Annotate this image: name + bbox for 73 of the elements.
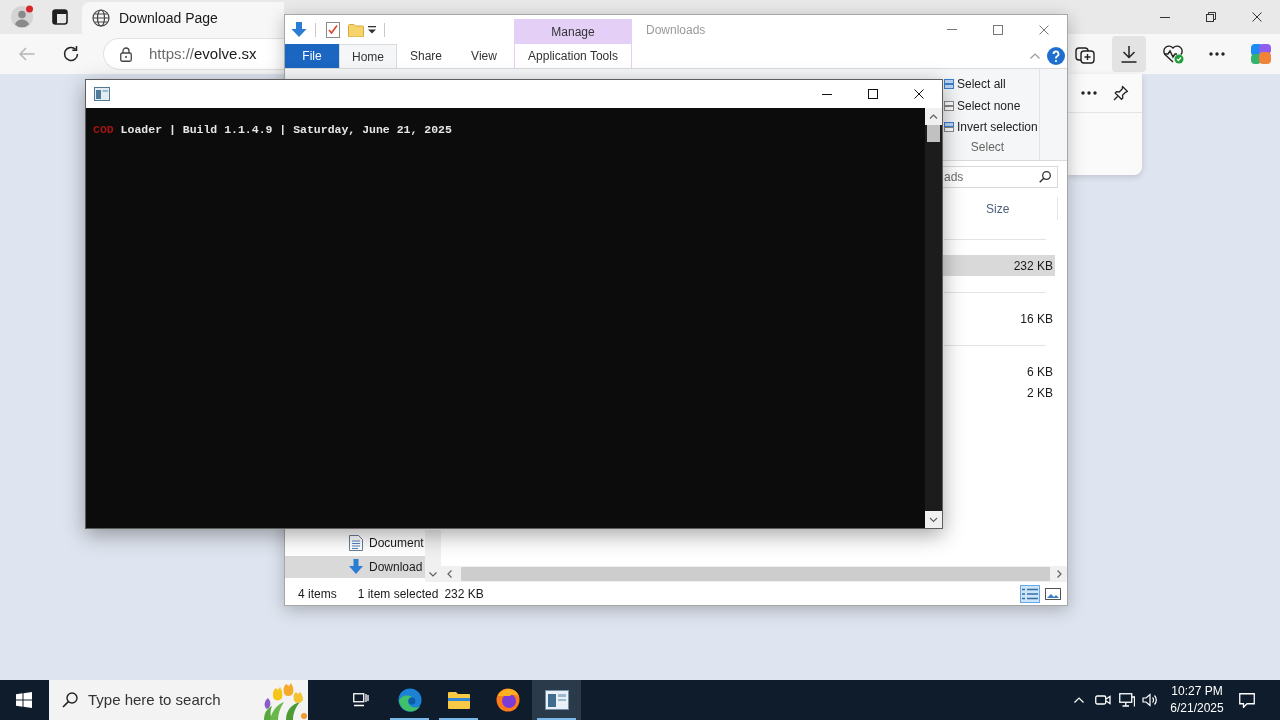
app-window-icon bbox=[94, 87, 110, 101]
select-all-button[interactable]: Select all bbox=[944, 73, 1006, 95]
square-frame-icon[interactable] bbox=[52, 9, 68, 25]
folder-icon[interactable] bbox=[446, 690, 471, 710]
scroll-down-icon[interactable] bbox=[429, 571, 437, 577]
download-arrow-icon bbox=[348, 559, 364, 575]
windows-logo-icon[interactable] bbox=[16, 692, 32, 708]
scroll-left-icon[interactable] bbox=[446, 570, 452, 578]
nav-item[interactable]: Download bbox=[285, 556, 425, 578]
close-icon[interactable] bbox=[914, 89, 924, 99]
notification-icon[interactable] bbox=[1239, 692, 1255, 708]
task-view-icon[interactable] bbox=[352, 693, 369, 707]
search-icon[interactable] bbox=[1039, 170, 1051, 183]
scrollbar-thumb[interactable] bbox=[461, 567, 1050, 581]
swirl-logo-icon[interactable] bbox=[397, 688, 422, 712]
search-field[interactable]: Type here to search bbox=[49, 680, 308, 720]
heart-pulse-icon[interactable] bbox=[1162, 44, 1184, 64]
document-icon bbox=[349, 535, 363, 551]
lock-icon bbox=[120, 46, 132, 62]
context-tab-header: Manage bbox=[514, 19, 632, 44]
horizontal-scrollbar[interactable] bbox=[441, 566, 1067, 582]
file-tab[interactable]: File bbox=[285, 44, 339, 68]
app-window-icon[interactable] bbox=[544, 690, 569, 710]
maximize-icon[interactable] bbox=[868, 89, 878, 99]
restore-icon[interactable] bbox=[1206, 12, 1216, 22]
downloads-button[interactable] bbox=[1112, 36, 1146, 72]
globe-icon bbox=[92, 9, 110, 27]
file-row[interactable]: 232 KB bbox=[943, 255, 1055, 276]
scroll-right-icon[interactable] bbox=[1056, 570, 1062, 578]
network-icon[interactable] bbox=[1118, 693, 1135, 707]
checkmark-page-icon[interactable] bbox=[326, 21, 340, 38]
invert-selection-button[interactable]: Invert selection bbox=[944, 116, 1038, 138]
volume-icon[interactable] bbox=[1142, 693, 1158, 707]
more-icon[interactable] bbox=[1209, 52, 1225, 56]
browser-tab[interactable]: Download Page bbox=[82, 2, 284, 34]
ribbon-tab[interactable]: Home bbox=[339, 44, 397, 68]
window-title: Downloads bbox=[646, 21, 706, 39]
download-icon[interactable] bbox=[1120, 45, 1138, 63]
pin-icon[interactable] bbox=[1113, 85, 1129, 101]
tiles-logo-icon[interactable] bbox=[1250, 43, 1272, 65]
refresh-icon[interactable] bbox=[62, 45, 80, 63]
camera-icon[interactable] bbox=[1095, 693, 1111, 707]
nav-item[interactable]: Document bbox=[285, 532, 425, 554]
vertical-scrollbar[interactable] bbox=[425, 530, 441, 582]
help-icon[interactable] bbox=[1047, 47, 1065, 65]
minimize-icon[interactable] bbox=[822, 93, 832, 95]
vertical-scrollbar[interactable] bbox=[925, 108, 942, 528]
group-label: Select bbox=[969, 139, 1006, 156]
taskbar-app-button[interactable] bbox=[532, 680, 581, 720]
dropdown-caret-icon[interactable] bbox=[368, 25, 376, 34]
scrollbar-thumb[interactable] bbox=[927, 125, 940, 142]
search-field[interactable]: ads bbox=[943, 165, 1058, 188]
search-icon bbox=[62, 692, 78, 708]
more-icon[interactable] bbox=[1081, 91, 1097, 95]
scroll-down-icon[interactable] bbox=[925, 511, 942, 528]
minimize-icon[interactable] bbox=[1160, 16, 1170, 18]
clock-time[interactable]: 10:27 PM bbox=[1171, 683, 1223, 700]
select-none-button[interactable]: Select none bbox=[944, 94, 1021, 117]
item-count: 4 items bbox=[298, 585, 337, 603]
clock-date[interactable]: 6/21/2025 bbox=[1170, 700, 1224, 717]
ribbon-tab[interactable]: Application Tools bbox=[514, 44, 632, 68]
selection-count: 1 item selected bbox=[357, 585, 439, 603]
round-logo-icon[interactable] bbox=[495, 688, 520, 712]
column-header[interactable]: Size bbox=[976, 197, 1058, 220]
address-field[interactable]: https://evolve.sx bbox=[103, 38, 284, 70]
profile-avatar-icon[interactable] bbox=[10, 5, 34, 29]
scroll-up-icon[interactable] bbox=[925, 108, 942, 125]
selection-size: 232 KB bbox=[444, 585, 484, 603]
console-line: COD Loader | Build 1.1.4.9 | Saturday, June 21, 2025 bbox=[93, 123, 452, 136]
close-icon[interactable] bbox=[1252, 12, 1262, 22]
stacked-squares-plus-icon[interactable] bbox=[1075, 44, 1095, 64]
download-arrow-icon[interactable] bbox=[291, 21, 307, 38]
select-all-icon bbox=[944, 78, 954, 89]
